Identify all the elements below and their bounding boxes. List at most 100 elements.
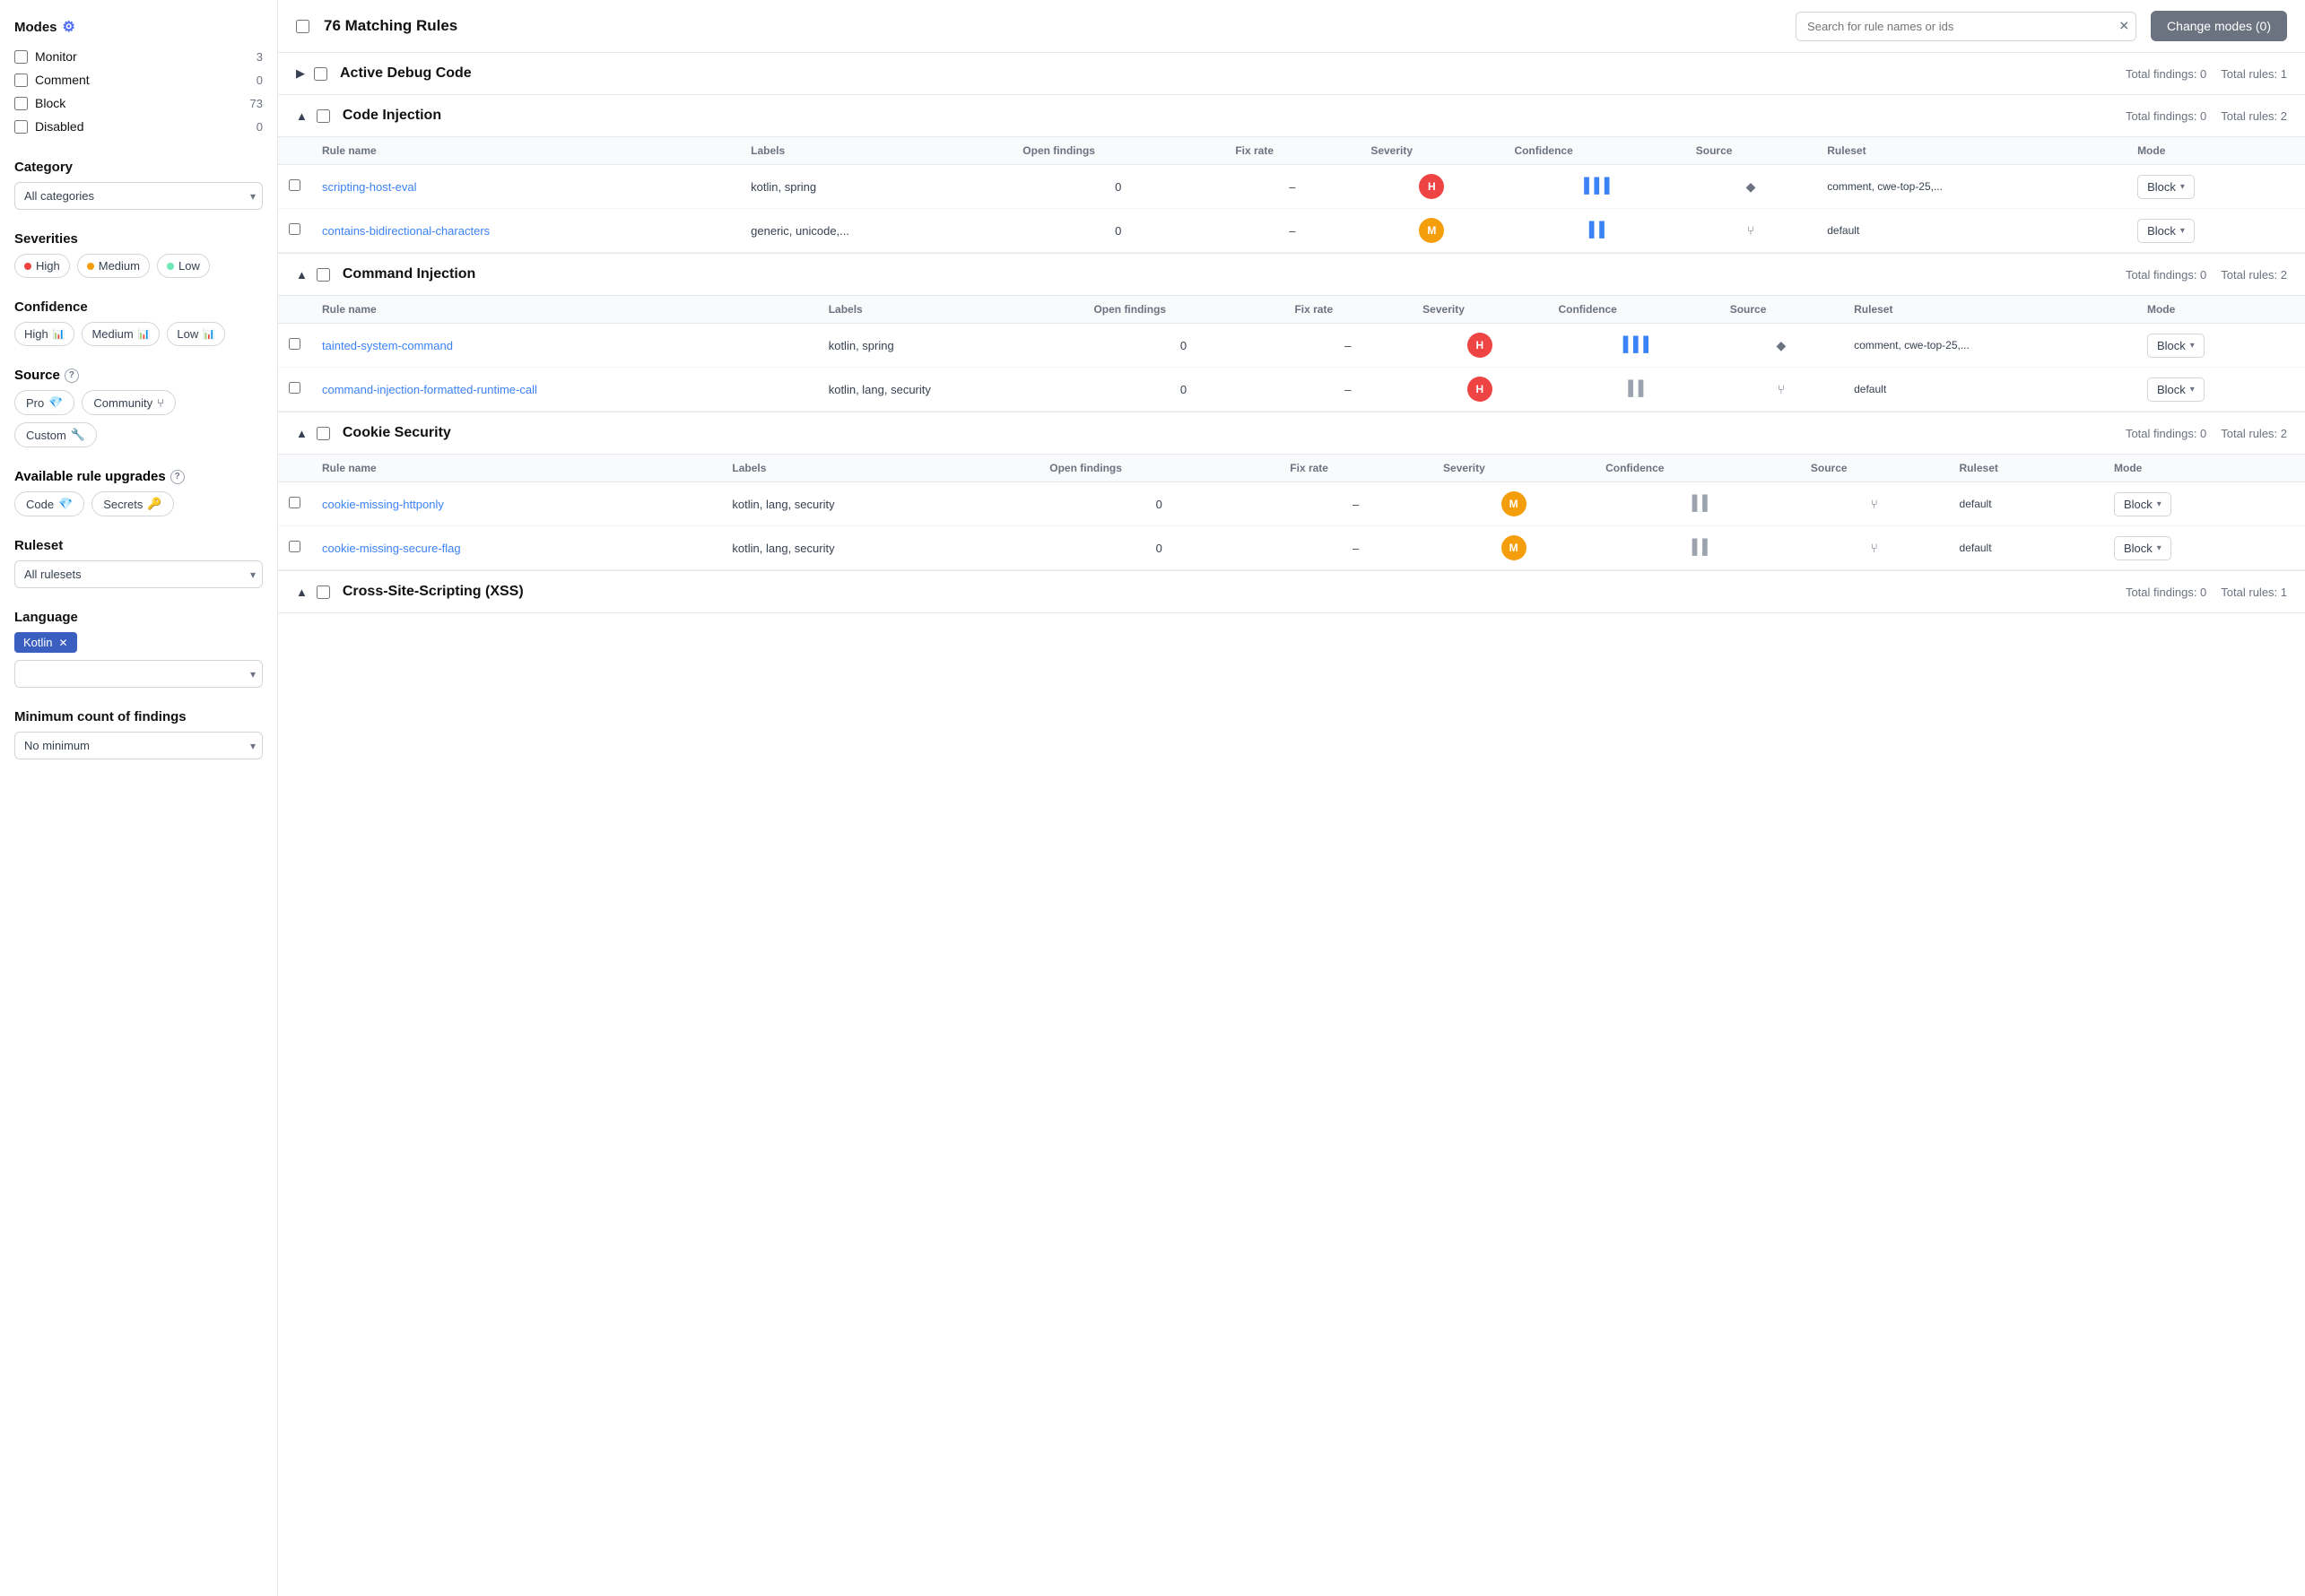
category-name-4: Cross-Site-Scripting (XSS) (343, 584, 2117, 600)
confidence-pills: High 📊 Medium 📊 Low 📊 (14, 322, 263, 346)
rule-confidence-1-1: ▐▐ (1503, 209, 1684, 253)
category-toggle-2[interactable]: ▲ (296, 268, 308, 282)
th-severity: Severity (1412, 296, 1547, 324)
category-findings-4: Total findings: 0 (2126, 585, 2206, 599)
category-select[interactable]: All categories (14, 182, 263, 210)
rule-ruleset-2-1: default (1843, 368, 2136, 412)
rule-mode-button-3-0[interactable]: Block ▾ (2114, 492, 2171, 516)
rule-severity-3-0: M (1432, 482, 1595, 526)
custom-wrench-icon: 🔧 (71, 428, 85, 442)
mode-chevron-icon: ▾ (2190, 385, 2195, 395)
upgrade-code-pill[interactable]: Code 💎 (14, 491, 84, 516)
category-toggle-0[interactable]: ▶ (296, 66, 305, 81)
source-pro-pill[interactable]: Pro 💎 (14, 390, 74, 415)
rule-severity-1-0: H (1360, 165, 1503, 209)
confidence-medium-label: Medium (91, 327, 133, 341)
rule-checkbox-3-1[interactable] (289, 541, 300, 552)
rule-checkbox-1-0[interactable] (289, 179, 300, 191)
rule-checkbox-2-0[interactable] (289, 338, 300, 350)
confidence-section: Confidence High 📊 Medium 📊 Low 📊 (14, 299, 263, 346)
category-checkbox-1[interactable] (317, 109, 330, 123)
mode-checkbox-block[interactable] (14, 97, 28, 110)
category-checkbox-4[interactable] (317, 585, 330, 599)
rule-checkbox-2-1[interactable] (289, 382, 300, 394)
min-findings-select[interactable]: No minimum (14, 732, 263, 759)
category-checkbox-3[interactable] (317, 427, 330, 440)
rule-link-1-0[interactable]: scripting-host-eval (322, 180, 417, 194)
severity-badge-2-1: H (1467, 377, 1492, 402)
source-community-pill[interactable]: Community ⑂ (82, 390, 176, 415)
rule-mode-button-2-1[interactable]: Block ▾ (2147, 377, 2205, 402)
ruleset-select[interactable]: All rulesets (14, 560, 263, 588)
rule-mode-button-1-1[interactable]: Block ▾ (2137, 219, 2195, 243)
mode-count-block: 73 (250, 97, 263, 110)
severity-pill-high[interactable]: High (14, 254, 70, 278)
rule-open-findings-3-0: 0 (1039, 482, 1279, 526)
mode-checkbox-monitor[interactable] (14, 50, 28, 64)
change-modes-button[interactable]: Change modes (0) (2151, 11, 2287, 41)
mode-chevron-icon: ▾ (2180, 182, 2185, 192)
rule-mode-button-1-0[interactable]: Block ▾ (2137, 175, 2195, 199)
category-title: Category (14, 160, 263, 175)
rule-mode-3-1: Block ▾ (2103, 526, 2305, 570)
rule-link-3-0[interactable]: cookie-missing-httponly (322, 498, 444, 511)
category-toggle-4[interactable]: ▲ (296, 585, 308, 599)
rule-checkbox-1-1[interactable] (289, 223, 300, 235)
category-checkbox-0[interactable] (314, 67, 327, 81)
th-severity: Severity (1432, 455, 1595, 482)
category-toggle-3[interactable]: ▲ (296, 427, 308, 440)
table-row: cookie-missing-httponlykotlin, lang, sec… (278, 482, 2305, 526)
category-findings-3: Total findings: 0 (2126, 427, 2206, 440)
upgrades-help-icon[interactable]: ? (170, 470, 185, 484)
category-name-2: Command Injection (343, 266, 2117, 282)
category-toggle-1[interactable]: ▲ (296, 109, 308, 123)
mode-row-disabled: Disabled 0 (14, 115, 263, 138)
severity-badge-3-1: M (1501, 535, 1527, 560)
severity-pill-medium[interactable]: Medium (77, 254, 150, 278)
upgrade-secrets-pill[interactable]: Secrets 🔑 (91, 491, 173, 516)
kotlin-remove-icon[interactable]: ✕ (59, 637, 68, 649)
rule-mode-button-3-1[interactable]: Block ▾ (2114, 536, 2171, 560)
rule-confidence-3-1: ▐▐ (1595, 526, 1800, 570)
language-select[interactable] (14, 660, 263, 688)
rule-severity-2-1: H (1412, 368, 1547, 412)
rule-link-3-1[interactable]: cookie-missing-secure-flag (322, 542, 461, 555)
community-branch-icon: ⑂ (157, 396, 164, 410)
rule-link-1-1[interactable]: contains-bidirectional-characters (322, 224, 490, 238)
code-diamond-icon: 💎 (58, 497, 73, 511)
th-open-findings: Open findings (1039, 455, 1279, 482)
severity-badge-1-0: H (1419, 174, 1444, 199)
severity-pill-low[interactable]: Low (157, 254, 210, 278)
mode-checkbox-disabled[interactable] (14, 120, 28, 134)
th-confidence: Confidence (1547, 296, 1718, 324)
select-all-checkbox[interactable] (296, 20, 309, 33)
mode-row-block: Block 73 (14, 91, 263, 115)
rule-link-2-1[interactable]: command-injection-formatted-runtime-call (322, 383, 537, 396)
search-clear-button[interactable]: ✕ (2118, 19, 2129, 34)
modes-title: Modes ⚙ (14, 18, 263, 36)
mode-label-block: Block (35, 96, 65, 110)
mode-checkbox-comment[interactable] (14, 74, 28, 87)
rule-mode-button-2-0[interactable]: Block ▾ (2147, 334, 2205, 358)
source-custom-pill[interactable]: Custom 🔧 (14, 422, 97, 447)
modes-list: Monitor 3 Comment 0 Block 73 Disabled 0 (14, 45, 263, 138)
category-checkbox-2[interactable] (317, 268, 330, 282)
source-help-icon[interactable]: ? (65, 369, 79, 383)
rule-checkbox-3-0[interactable] (289, 497, 300, 508)
table-row: command-injection-formatted-runtime-call… (278, 368, 2305, 412)
search-input[interactable] (1796, 12, 2136, 41)
rule-ruleset-3-0: default (1949, 482, 2103, 526)
mode-row-monitor: Monitor 3 (14, 45, 263, 68)
confidence-low-pill[interactable]: Low 📊 (167, 322, 225, 346)
confidence-low-bars-icon: 📊 (203, 328, 215, 340)
mode-chevron-icon: ▾ (2180, 226, 2185, 236)
rule-link-2-0[interactable]: tainted-system-command (322, 339, 453, 352)
category-section-1: ▲ Code Injection Total findings: 0 Total… (278, 95, 2305, 254)
category-stats-1: Total findings: 0 Total rules: 2 (2126, 109, 2287, 123)
rules-table-2: Rule nameLabelsOpen findingsFix rateSeve… (278, 295, 2305, 412)
confidence-medium-pill[interactable]: Medium 📊 (82, 322, 160, 346)
mode-label-comment: Comment (35, 73, 90, 87)
confidence-high-pill[interactable]: High 📊 (14, 322, 74, 346)
gear-icon[interactable]: ⚙ (63, 18, 75, 36)
language-tags: Kotlin ✕ (14, 632, 263, 653)
